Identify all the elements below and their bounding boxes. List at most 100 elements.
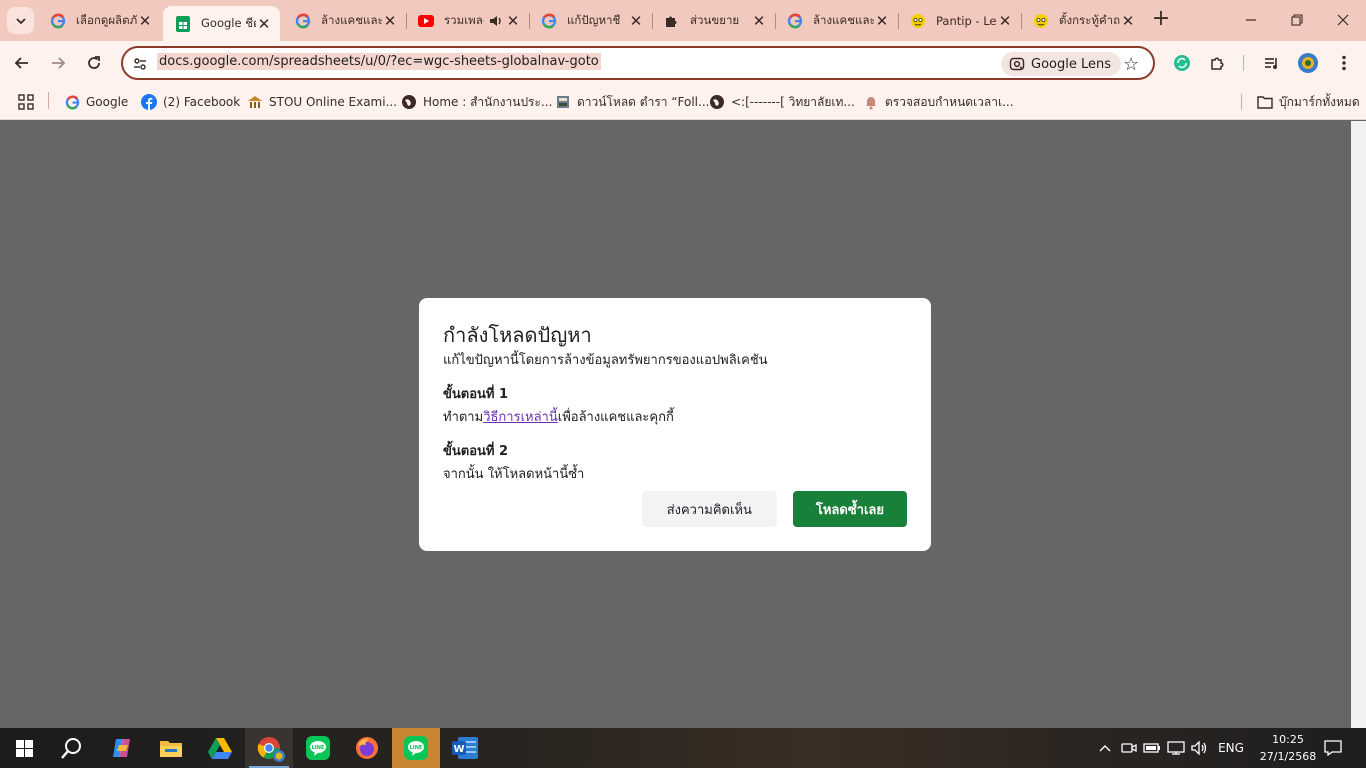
- send-feedback-button[interactable]: ส่งความคิดเห็น: [641, 491, 777, 527]
- sync-extension-button[interactable]: [1168, 49, 1196, 77]
- close-icon[interactable]: ✕: [137, 13, 153, 29]
- notification-icon: [1324, 740, 1342, 756]
- menu-button[interactable]: [1330, 49, 1358, 77]
- tab-9[interactable]: ตั้งกระทู้คำถ ✕: [1021, 6, 1144, 36]
- line-icon: LINE: [404, 736, 428, 760]
- restore-button[interactable]: [1274, 0, 1320, 40]
- network-button[interactable]: [1166, 728, 1186, 768]
- all-bookmarks-button[interactable]: บุ๊กมาร์กทั้งหมด: [1257, 92, 1360, 112]
- close-icon[interactable]: ✕: [256, 16, 272, 32]
- svg-text:LINE: LINE: [410, 745, 423, 751]
- taskbar-file-explorer[interactable]: [147, 728, 195, 768]
- tab-title: Google ชีต: [201, 15, 256, 30]
- word-icon: W: [452, 737, 478, 759]
- clock-time: 10:25: [1272, 733, 1304, 746]
- reload-button[interactable]: [80, 49, 108, 77]
- close-icon: [1337, 14, 1349, 26]
- bookmark-home[interactable]: Home : สำนักงานประ...: [401, 92, 552, 112]
- tab-1[interactable]: เลือกดูผลิตภั ✕: [38, 6, 161, 36]
- search-icon: [61, 738, 81, 759]
- taskbar-google-drive[interactable]: [196, 728, 244, 768]
- bookmark-star-icon[interactable]: ☆: [1123, 54, 1139, 75]
- google-lens-button[interactable]: Google Lens: [1001, 52, 1121, 76]
- lens-icon: [1009, 57, 1025, 71]
- copilot-icon: [113, 739, 130, 757]
- taskbar-line[interactable]: LINE: [294, 728, 342, 768]
- tab-search-button[interactable]: [7, 7, 34, 34]
- site-info-icon[interactable]: [131, 55, 149, 73]
- forward-button[interactable]: [44, 49, 72, 77]
- profile-avatar[interactable]: [1294, 49, 1322, 77]
- tab-4[interactable]: รวมเพลง ✕: [406, 6, 529, 36]
- bookmark-label: ตรวจสอบกำหนดเวลาเ...: [885, 94, 1014, 109]
- tab-7[interactable]: ล้างแคชและ ✕: [775, 6, 898, 36]
- minimize-button[interactable]: [1228, 0, 1274, 40]
- avatar-icon: [1298, 53, 1318, 73]
- tab-3[interactable]: ล้างแคชและค ✕: [283, 6, 406, 36]
- tab-title: ล้างแคชและค: [321, 13, 382, 27]
- google-drive-icon: [208, 737, 232, 759]
- search-button[interactable]: [48, 728, 96, 768]
- clear-cache-instructions-link[interactable]: วิธีการเหล่านี้: [483, 410, 558, 425]
- notification-center-button[interactable]: [1318, 728, 1348, 768]
- close-icon[interactable]: ✕: [874, 13, 890, 29]
- sync-icon: [1174, 55, 1190, 71]
- speaker-icon[interactable]: [488, 13, 504, 29]
- close-icon[interactable]: ✕: [505, 13, 521, 29]
- speaker-icon: [1191, 741, 1207, 755]
- apps-button[interactable]: [18, 92, 34, 112]
- tab-5[interactable]: แก้ปัญหาชี ✕: [529, 6, 652, 36]
- dialog-subtitle: แก้ไขปัญหานี้โดยการล้างข้อมูลทรัพยากรของ…: [443, 353, 768, 368]
- url-text[interactable]: docs.google.com/spreadsheets/u/0/?ec=wgc…: [157, 53, 601, 70]
- address-bar[interactable]: docs.google.com/spreadsheets/u/0/?ec=wgc…: [121, 46, 1155, 80]
- google-icon: [541, 13, 557, 29]
- battery-icon: [1143, 743, 1160, 753]
- media-control-button[interactable]: [1258, 49, 1286, 77]
- close-window-button[interactable]: [1320, 0, 1366, 40]
- line-icon: LINE: [306, 736, 330, 760]
- sheets-icon: [175, 15, 191, 32]
- close-icon[interactable]: ✕: [751, 13, 767, 29]
- close-icon[interactable]: ✕: [382, 13, 398, 29]
- reload-now-button[interactable]: โหลดซ้ำเลย: [792, 491, 907, 527]
- show-hidden-icons-button[interactable]: [1094, 728, 1116, 768]
- taskbar-word[interactable]: W: [441, 728, 489, 768]
- extensions-button[interactable]: [1204, 49, 1232, 77]
- google-icon: [64, 94, 80, 110]
- close-icon[interactable]: ✕: [1120, 13, 1136, 29]
- bookmark-download-book[interactable]: ดาวน์โหลด ตำรา “Foll...: [555, 92, 709, 112]
- tab-8[interactable]: Pantip - Le ✕: [898, 6, 1021, 36]
- start-button[interactable]: [0, 728, 48, 768]
- bookmark-stou[interactable]: STOU Online Exami...: [247, 92, 397, 112]
- bookmark-check-schedule[interactable]: ตรวจสอบกำหนดเวลาเ...: [863, 92, 1014, 112]
- taskbar-firefox[interactable]: [343, 728, 391, 768]
- bookmark-college[interactable]: <:[-------[ วิทยาลัยเท...: [709, 92, 855, 112]
- meet-now-button[interactable]: [1119, 728, 1139, 768]
- tab-2-active[interactable]: Google ชีต ✕: [163, 6, 280, 41]
- dialog-actions: ส่งความคิดเห็น โหลดซ้ำเลย: [641, 491, 907, 527]
- dialog-title: กำลังโหลดปัญหา: [443, 323, 592, 347]
- close-icon[interactable]: ✕: [997, 13, 1013, 29]
- taskbar-line-active[interactable]: LINE: [392, 728, 440, 768]
- new-tab-button[interactable]: +: [1150, 8, 1172, 31]
- taskbar-clock[interactable]: 10:25 27/1/2568: [1253, 731, 1323, 765]
- tab-title: ตั้งกระทู้คำถ: [1059, 13, 1120, 27]
- close-icon[interactable]: ✕: [628, 13, 644, 29]
- bookmark-google[interactable]: Google: [64, 92, 128, 112]
- bookmark-label: STOU Online Exami...: [269, 95, 398, 109]
- svg-text:LINE: LINE: [312, 745, 325, 751]
- volume-button[interactable]: [1190, 728, 1210, 768]
- taskbar-copilot[interactable]: [98, 728, 146, 768]
- more-vert-icon: [1342, 55, 1346, 71]
- bookmark-facebook[interactable]: (2) Facebook: [141, 92, 240, 112]
- pantip-icon: [1033, 13, 1049, 29]
- page-scrollbar[interactable]: [1351, 121, 1366, 728]
- globe-icon: [401, 94, 417, 110]
- tab-title: Pantip - Le: [936, 14, 997, 28]
- input-language-button[interactable]: ENG: [1214, 728, 1248, 768]
- bookmark-label: (2) Facebook: [163, 95, 241, 109]
- back-button[interactable]: [8, 49, 36, 77]
- battery-button[interactable]: [1142, 728, 1162, 768]
- taskbar-chrome[interactable]: [245, 728, 293, 768]
- tab-6[interactable]: ส่วนขยาย ✕: [652, 6, 775, 36]
